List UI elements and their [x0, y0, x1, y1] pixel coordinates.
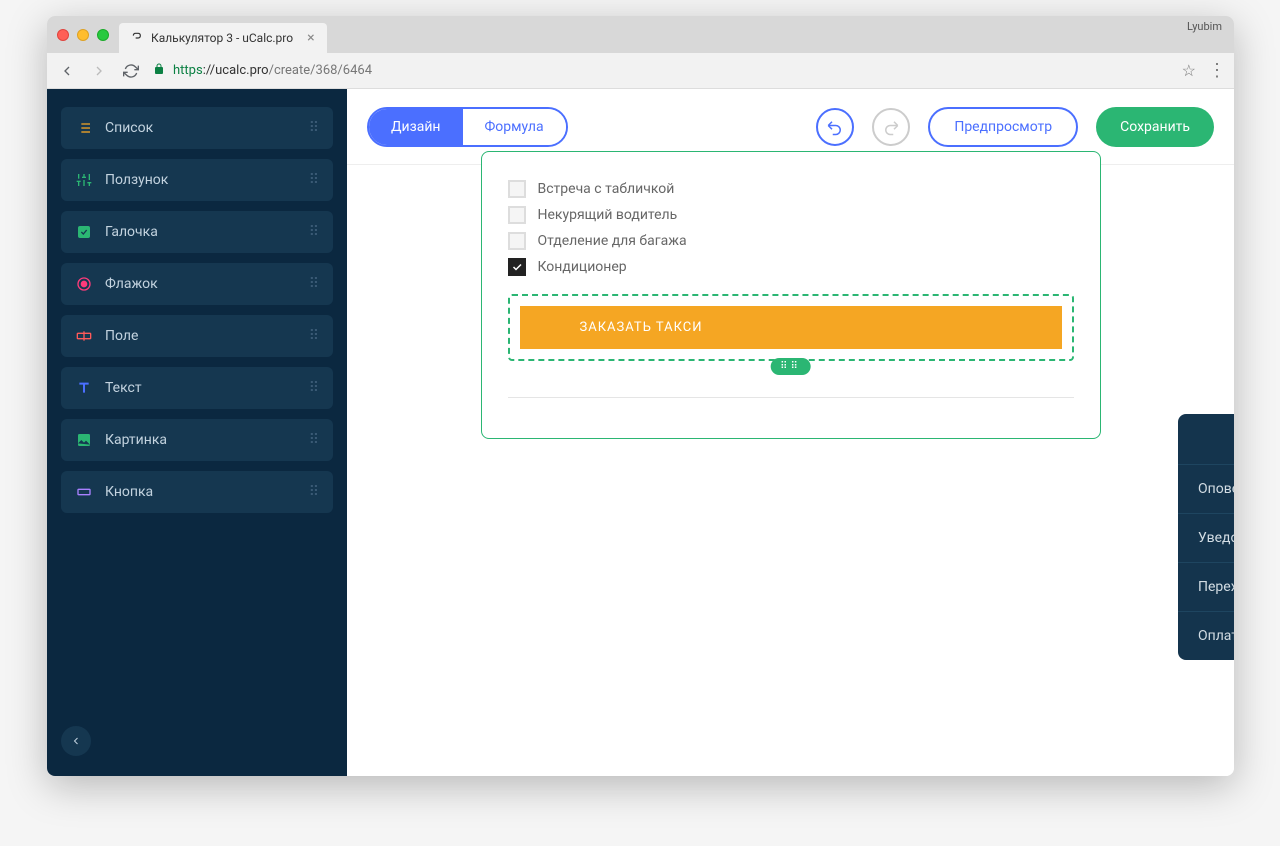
sidebar-item-label: Список: [105, 120, 153, 136]
canvas[interactable]: Встреча с табличкой Некурящий водитель О…: [347, 165, 1234, 776]
popover-item-label: Оповещение владельца: [1198, 481, 1234, 497]
popover-item-label: Оплата через Яндекс.Кассу: [1198, 628, 1234, 644]
checkbox-unchecked-icon[interactable]: [508, 180, 526, 198]
drag-handle-icon[interactable]: ⠿: [309, 484, 321, 500]
url-field[interactable]: https://ucalc.pro/create/368/6464: [153, 63, 1170, 79]
popover-item-link[interactable]: Переход по ссылке ›: [1178, 563, 1234, 612]
url-protocol: https: [173, 63, 203, 78]
sidebar-item-input[interactable]: Поле ⠿: [61, 315, 333, 357]
sidebar-item-label: Галочка: [105, 224, 158, 240]
radio-icon: [75, 275, 93, 293]
drag-handle-icon[interactable]: ⠿: [309, 224, 321, 240]
checkbox-label: Некурящий водитель: [538, 207, 678, 223]
sidebar-item-label: Текст: [105, 380, 142, 396]
main-area: Дизайн Формула Предпросмотр Сохранить Вс…: [347, 89, 1234, 776]
address-bar: https://ucalc.pro/create/368/6464 ☆ ⋮: [47, 53, 1234, 89]
order-button[interactable]: ЗАКАЗАТЬ ТАКСИ: [520, 306, 1062, 349]
window-maximize[interactable]: [97, 29, 109, 41]
drag-handle-icon[interactable]: ⠿: [309, 432, 321, 448]
tab-close-icon[interactable]: ×: [307, 30, 314, 46]
sidebar-item-label: Картинка: [105, 432, 167, 448]
undo-icon: [826, 118, 844, 136]
sidebar-item-label: Флажок: [105, 276, 158, 292]
popover-item-label: Уведомление клиента: [1198, 530, 1234, 546]
action-popover: Действие Оповещение владельца › Уведомле…: [1178, 414, 1234, 660]
popover-title: Действие: [1178, 414, 1234, 465]
tab-design[interactable]: Дизайн: [369, 109, 463, 145]
checkbox-row[interactable]: Встреча с табличкой: [508, 180, 1074, 198]
checkbox-row[interactable]: Отделение для багажа: [508, 232, 1074, 250]
selected-element-frame[interactable]: ЗАКАЗАТЬ ТАКСИ ⠿⠿: [508, 294, 1074, 361]
checkbox-row[interactable]: Некурящий водитель: [508, 206, 1074, 224]
browser-window: Калькулятор 3 - uCalc.pro × Lyubim https…: [47, 16, 1234, 776]
sidebar-item-list[interactable]: Список ⠿: [61, 107, 333, 149]
url-host: ://ucalc.pro: [203, 63, 269, 78]
sidebar-item-label: Ползунок: [105, 172, 168, 188]
checkbox-label: Отделение для багажа: [538, 233, 687, 249]
tab-title: Калькулятор 3 - uCalc.pro: [151, 31, 293, 45]
checkbox-label: Кондиционер: [538, 259, 627, 275]
slider-icon: [75, 171, 93, 189]
undo-button[interactable]: [816, 108, 854, 146]
browser-tab[interactable]: Калькулятор 3 - uCalc.pro ×: [119, 23, 327, 53]
forward-button[interactable]: [89, 61, 109, 81]
sidebar-item-label: Кнопка: [105, 484, 153, 500]
sidebar-item-text[interactable]: Текст ⠿: [61, 367, 333, 409]
popover-item-owner-notification[interactable]: Оповещение владельца ›: [1178, 465, 1234, 514]
checkbox-icon: [75, 223, 93, 241]
drag-handle-icon[interactable]: ⠿: [309, 172, 321, 188]
list-icon: [75, 119, 93, 137]
traffic-lights: [57, 29, 109, 41]
popover-item-label: Переход по ссылке: [1198, 579, 1234, 595]
tab-formula[interactable]: Формула: [463, 109, 566, 145]
form-card: Встреча с табличкой Некурящий водитель О…: [481, 151, 1101, 439]
drag-handle-icon[interactable]: ⠿: [309, 276, 321, 292]
preview-button[interactable]: Предпросмотр: [928, 107, 1078, 147]
row-drag-handle[interactable]: ⠿⠿: [770, 358, 811, 375]
image-icon: [75, 431, 93, 449]
bookmark-star-icon[interactable]: ☆: [1182, 61, 1196, 80]
redo-button[interactable]: [872, 108, 910, 146]
lock-icon: [153, 63, 165, 79]
checkbox-checked-icon[interactable]: [508, 258, 526, 276]
button-icon: [75, 483, 93, 501]
browser-menu-icon[interactable]: ⋮: [1208, 60, 1224, 81]
tab-strip: Калькулятор 3 - uCalc.pro × Lyubim: [47, 16, 1234, 53]
divider: [508, 397, 1074, 398]
sidebar-item-radio[interactable]: Флажок ⠿: [61, 263, 333, 305]
popover-item-client-notification[interactable]: Уведомление клиента ›: [1178, 514, 1234, 563]
window-close[interactable]: [57, 29, 69, 41]
input-icon: [75, 327, 93, 345]
sidebar-item-checkbox[interactable]: Галочка ⠿: [61, 211, 333, 253]
text-icon: [75, 379, 93, 397]
save-button[interactable]: Сохранить: [1096, 107, 1214, 147]
site-favicon: [131, 31, 145, 45]
app-root: Список ⠿ Ползунок ⠿ Галочка ⠿ Флажок ⠿ П…: [47, 89, 1234, 776]
window-minimize[interactable]: [77, 29, 89, 41]
reload-button[interactable]: [121, 61, 141, 81]
sidebar-item-button[interactable]: Кнопка ⠿: [61, 471, 333, 513]
sidebar: Список ⠿ Ползунок ⠿ Галочка ⠿ Флажок ⠿ П…: [47, 89, 347, 776]
checkbox-unchecked-icon[interactable]: [508, 232, 526, 250]
mode-toggle: Дизайн Формула: [367, 107, 568, 147]
drag-handle-icon[interactable]: ⠿: [309, 120, 321, 136]
checkbox-label: Встреча с табличкой: [538, 181, 675, 197]
checkbox-unchecked-icon[interactable]: [508, 206, 526, 224]
sidebar-item-image[interactable]: Картинка ⠿: [61, 419, 333, 461]
sidebar-item-label: Поле: [105, 328, 138, 344]
profile-label[interactable]: Lyubim: [1187, 20, 1222, 33]
collapse-sidebar-button[interactable]: [61, 726, 91, 756]
checkbox-row[interactable]: Кондиционер: [508, 258, 1074, 276]
url-path: /create/368/6464: [269, 63, 372, 78]
chevron-left-icon: [70, 735, 82, 747]
popover-item-yandex-kassa[interactable]: Оплата через Яндекс.Кассу ›: [1178, 612, 1234, 660]
sidebar-item-slider[interactable]: Ползунок ⠿: [61, 159, 333, 201]
redo-icon: [882, 118, 900, 136]
back-button[interactable]: [57, 61, 77, 81]
drag-handle-icon[interactable]: ⠿: [309, 328, 321, 344]
drag-handle-icon[interactable]: ⠿: [309, 380, 321, 396]
